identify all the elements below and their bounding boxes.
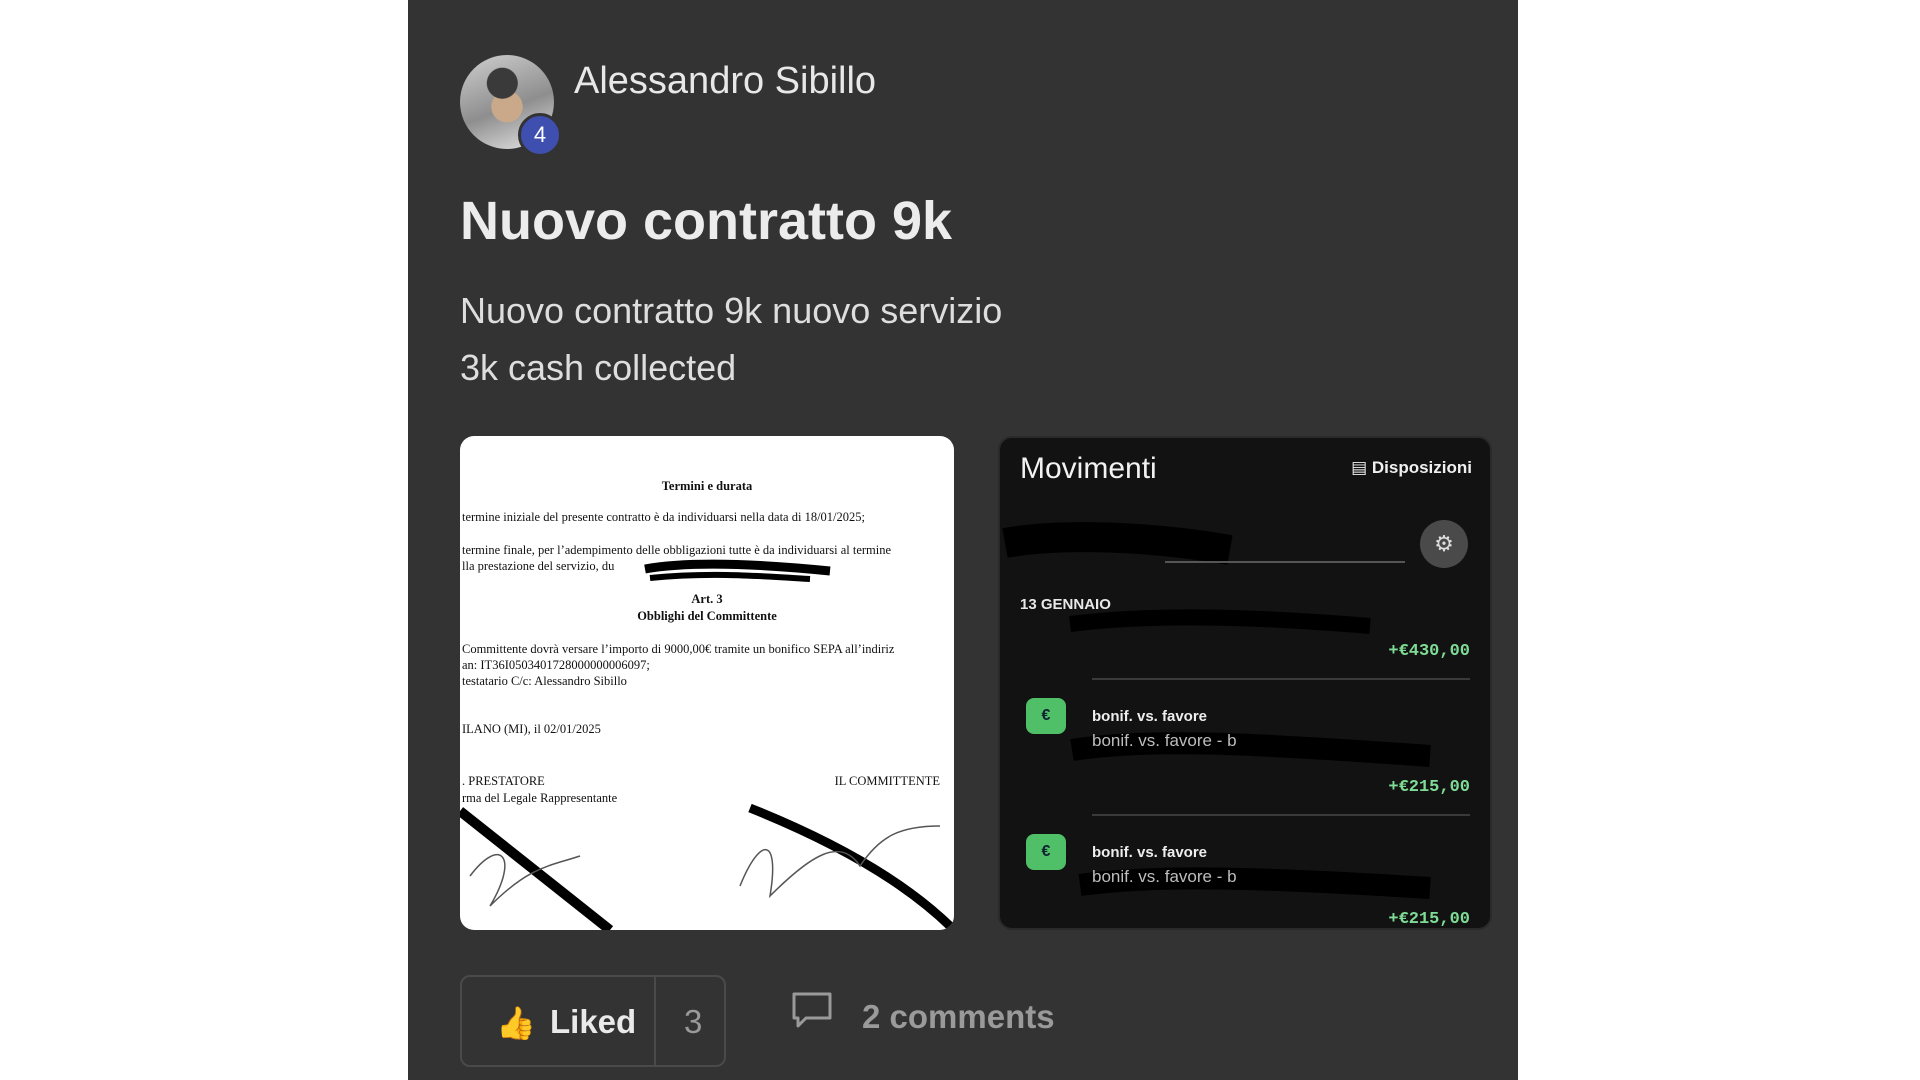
- post-body-line: Nuovo contratto 9k nuovo servizio: [460, 290, 1003, 331]
- like-button[interactable]: 👍 Liked 3: [460, 975, 726, 1067]
- transaction-amount: +€430,00: [1388, 642, 1470, 661]
- bank-date: 13 GENNAIO: [1020, 596, 1111, 613]
- transaction-desc: bonif. vs. favore - b: [1092, 731, 1237, 750]
- divider: [654, 977, 656, 1065]
- thumbs-up-icon: 👍: [496, 1005, 536, 1041]
- redaction-marks: [460, 559, 954, 930]
- contract-image[interactable]: Termini e durata termine iniziale del pr…: [460, 436, 954, 930]
- author-name[interactable]: Alessandro Sibillo: [574, 60, 876, 103]
- wallet-icon: €: [1026, 834, 1066, 870]
- wallet-icon: €: [1026, 698, 1066, 734]
- transaction-amount: +€215,00: [1388, 910, 1470, 929]
- post-card: 4 Alessandro Sibillo Nuovo contratto 9k …: [408, 0, 1518, 1080]
- post-title: Nuovo contratto 9k: [460, 191, 953, 251]
- like-label: Liked: [550, 1003, 637, 1040]
- filter-icon: ⚙: [1420, 520, 1468, 568]
- post-body-line: 3k cash collected: [460, 347, 737, 388]
- like-count[interactable]: 3: [684, 1003, 702, 1041]
- comments-link[interactable]: 2 comments: [862, 998, 1055, 1036]
- bank-redactions: [1002, 522, 1431, 899]
- level-badge: 4: [518, 113, 562, 157]
- bank-image[interactable]: Movimenti ▤ Disposizioni ⚙ 13 GENNAIO +€…: [998, 436, 1492, 930]
- search-underline: [1165, 561, 1405, 563]
- comment-icon[interactable]: [790, 990, 834, 1030]
- transaction-amount: +€215,00: [1388, 778, 1470, 797]
- divider: [1092, 814, 1470, 816]
- transaction-desc: bonif. vs. favore - b: [1092, 867, 1237, 886]
- divider: [1092, 678, 1470, 680]
- transaction-name: bonif. vs. favore: [1092, 844, 1208, 861]
- transaction-name: bonif. vs. favore: [1092, 708, 1208, 725]
